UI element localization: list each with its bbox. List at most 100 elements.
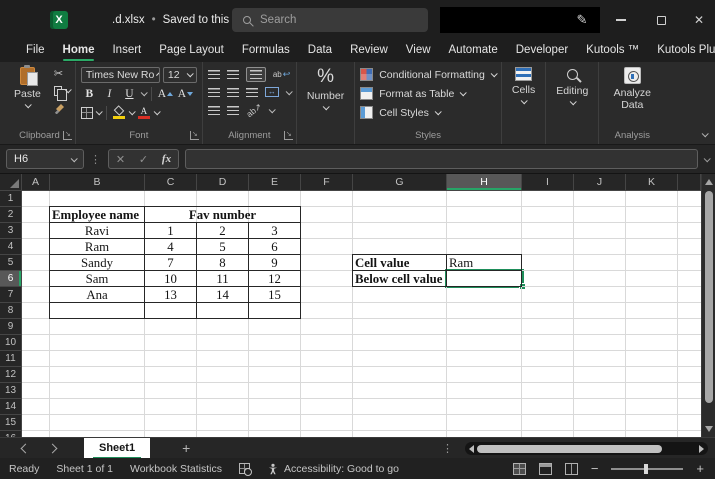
vertical-scroll-thumb[interactable] [705, 191, 713, 403]
cell-C7[interactable]: 13 [145, 287, 197, 303]
add-sheet-button[interactable]: + [182, 441, 190, 455]
row-header-13[interactable]: 13 [0, 383, 22, 399]
decrease-indent-icon[interactable] [208, 106, 220, 115]
collapse-ribbon-icon[interactable] [702, 130, 709, 137]
cell-H5[interactable]: Ram [447, 255, 522, 271]
row-header-7[interactable]: 7 [0, 287, 22, 303]
increase-font-button[interactable]: A [157, 85, 174, 102]
row-header-1[interactable]: 1 [0, 191, 22, 207]
sheet-tab-sheet1[interactable]: Sheet1 [84, 438, 150, 459]
cell-C8[interactable] [145, 303, 197, 319]
format-as-table-button[interactable]: Format as Table [360, 84, 496, 103]
align-center-icon[interactable] [227, 88, 239, 97]
insert-function-button[interactable]: fx [155, 150, 178, 168]
borders-button[interactable] [81, 104, 101, 121]
cell-styles-button[interactable]: Cell Styles [360, 103, 496, 122]
menu-tab-insert[interactable]: Insert [103, 40, 150, 62]
chevron-down-icon[interactable] [269, 106, 276, 113]
cell-D5[interactable]: 8 [197, 255, 249, 271]
cell-C3[interactable]: 1 [145, 223, 197, 239]
cut-button[interactable]: ✂ [54, 65, 70, 82]
fill-color-button[interactable] [112, 104, 134, 121]
font-dialog-launcher-icon[interactable]: ↘ [190, 131, 199, 140]
italic-button[interactable]: I [101, 85, 118, 102]
menu-tab-automate[interactable]: Automate [440, 40, 507, 62]
cell-B6[interactable]: Sam [50, 271, 145, 287]
scroll-right-icon[interactable] [699, 445, 704, 453]
scroll-up-icon[interactable] [705, 179, 713, 185]
cells-button[interactable]: Cells [507, 65, 540, 106]
menu-tab-kutools-plus[interactable]: Kutools Plus [648, 40, 715, 62]
row-header-9[interactable]: 9 [0, 319, 22, 335]
row-header-14[interactable]: 14 [0, 399, 22, 415]
close-button[interactable]: ✕ [684, 0, 714, 40]
page-break-view-icon[interactable] [565, 463, 578, 475]
cell-D8[interactable] [197, 303, 249, 319]
cell-E4[interactable]: 6 [249, 239, 301, 255]
align-bottom-button[interactable] [246, 67, 266, 82]
zoom-in-button[interactable]: + [696, 462, 704, 475]
menu-tab-view[interactable]: View [397, 40, 440, 62]
chevron-down-icon[interactable] [286, 88, 293, 95]
font-name-select[interactable]: Times New Ro [81, 67, 160, 83]
column-header-K[interactable]: K [626, 174, 678, 191]
select-all-corner[interactable] [0, 174, 22, 191]
align-right-icon[interactable] [246, 88, 258, 97]
cell-B3[interactable]: Ravi [50, 223, 145, 239]
row-header-12[interactable]: 12 [0, 367, 22, 383]
cell-D3[interactable]: 2 [197, 223, 249, 239]
column-header-I[interactable]: I [522, 174, 574, 191]
clipboard-dialog-launcher-icon[interactable]: ↘ [63, 131, 72, 140]
maximize-button[interactable] [646, 0, 676, 40]
increase-indent-icon[interactable] [227, 106, 239, 115]
cell-B4[interactable]: Ram [50, 239, 145, 255]
zoom-slider-thumb[interactable] [644, 464, 648, 474]
zoom-slider[interactable] [611, 468, 683, 470]
cell-D6[interactable]: 11 [197, 271, 249, 287]
cell-E6[interactable]: 12 [249, 271, 301, 287]
analyze-data-button[interactable]: Analyze Data [604, 65, 660, 113]
cell-C4[interactable]: 4 [145, 239, 197, 255]
cells-area[interactable]: Employee nameFav numberRavi123Ram456Sand… [22, 191, 701, 437]
row-header-10[interactable]: 10 [0, 335, 22, 351]
chevron-down-icon[interactable] [141, 89, 148, 96]
row-header-15[interactable]: 15 [0, 415, 22, 431]
underline-button[interactable]: U [121, 85, 138, 102]
column-header-F[interactable]: F [301, 174, 353, 191]
conditional-formatting-button[interactable]: Conditional Formatting [360, 65, 496, 84]
row-header-5[interactable]: 5 [0, 255, 22, 271]
more-options-icon[interactable]: ⋮ [442, 442, 453, 455]
normal-view-icon[interactable] [513, 463, 526, 475]
menu-tab-file[interactable]: File [17, 40, 54, 62]
menu-tab-developer[interactable]: Developer [507, 40, 577, 62]
align-middle-icon[interactable] [227, 70, 239, 79]
menu-tab-page-layout[interactable]: Page Layout [150, 40, 233, 62]
workbook-statistics[interactable]: Workbook Statistics [130, 463, 222, 475]
row-header-3[interactable]: 3 [0, 223, 22, 239]
paste-button[interactable]: Paste [9, 65, 46, 116]
horizontal-scroll-thumb[interactable] [477, 445, 662, 453]
next-sheet-icon[interactable] [48, 443, 58, 453]
search-box[interactable]: Search [232, 8, 428, 32]
format-painter-button[interactable] [54, 99, 70, 116]
enter-button[interactable]: ✓ [132, 150, 155, 168]
cell-C2[interactable]: Fav number [145, 207, 301, 223]
cell-D4[interactable]: 5 [197, 239, 249, 255]
menu-tab-kutools[interactable]: Kutools ™ [577, 40, 648, 62]
cell-E5[interactable]: 9 [249, 255, 301, 271]
vertical-scrollbar[interactable] [701, 174, 715, 437]
column-header-G[interactable]: G [353, 174, 447, 191]
column-header-J[interactable]: J [574, 174, 626, 191]
number-format-button[interactable]: % Number [302, 65, 349, 112]
cell-C5[interactable]: 7 [145, 255, 197, 271]
column-header-partial[interactable] [678, 174, 701, 191]
expand-formula-bar-icon[interactable] [704, 155, 711, 162]
cell-G5[interactable]: Cell value [353, 255, 447, 271]
align-top-icon[interactable] [208, 70, 220, 79]
name-box[interactable]: H6 [6, 149, 84, 169]
menu-tab-data[interactable]: Data [299, 40, 341, 62]
cell-B2[interactable]: Employee name [50, 207, 145, 223]
column-header-B[interactable]: B [50, 174, 145, 191]
page-layout-view-icon[interactable] [539, 463, 552, 475]
menu-tab-formulas[interactable]: Formulas [233, 40, 299, 62]
